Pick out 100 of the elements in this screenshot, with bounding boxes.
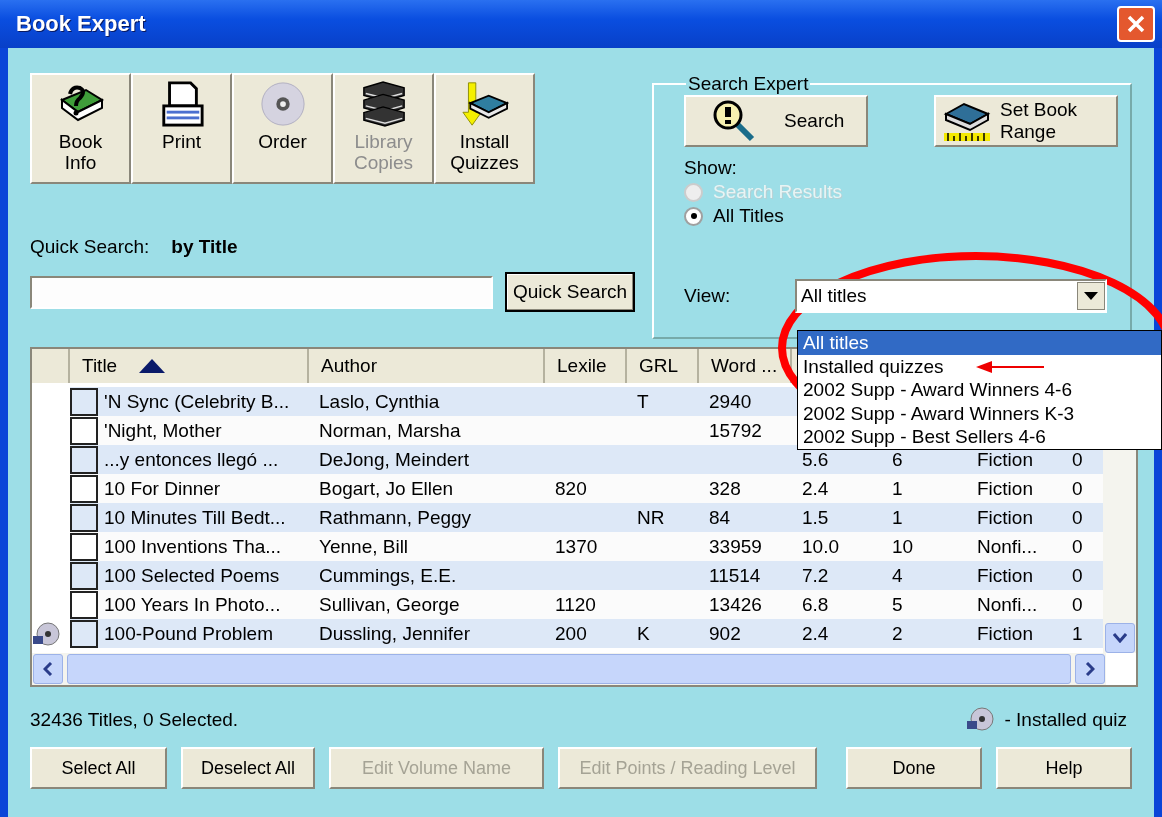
table-cell: 'N Sync (Celebrity B... xyxy=(104,390,290,413)
table-cell: 200 xyxy=(555,622,587,645)
table-cell: 100 Inventions Tha... xyxy=(104,535,282,558)
table-cell: T xyxy=(637,390,649,413)
dropdown-option[interactable]: Installed quizzes xyxy=(798,354,1161,378)
table-cell: Fiction xyxy=(977,506,1033,529)
disc-icon xyxy=(258,81,307,127)
table-cell: 5.6 xyxy=(802,448,829,471)
toolbar-button[interactable]: Print xyxy=(131,73,232,184)
dropdown-arrow-icon xyxy=(1084,292,1099,300)
table-cell: 10 xyxy=(892,535,914,558)
row-checkbox[interactable] xyxy=(70,416,98,445)
column-header[interactable]: Lexile xyxy=(545,349,627,383)
dropdown-option[interactable]: 2002 Supp - Award Winners 4-6 xyxy=(798,378,1161,402)
dropdown-option[interactable]: 2002 Supp - Best Sellers 4-6 xyxy=(798,425,1161,449)
table-cell: ...y entonces llegó ... xyxy=(104,448,279,471)
table-cell: K xyxy=(637,622,650,645)
table-cell: 1.5 xyxy=(802,506,829,529)
row-checkbox[interactable] xyxy=(70,619,98,648)
chevron-down-icon xyxy=(1112,633,1127,643)
chevron-left-icon xyxy=(43,662,53,676)
chevron-right-icon xyxy=(1085,662,1095,676)
table-cell: 1120 xyxy=(555,593,596,616)
table-cell: 13426 xyxy=(709,593,762,616)
table-cell: Fiction xyxy=(977,477,1033,500)
column-header[interactable]: Author xyxy=(309,349,545,383)
table-cell: 4 xyxy=(892,564,903,587)
row-checkbox[interactable] xyxy=(70,561,98,590)
table-cell: Cummings, E.E. xyxy=(319,564,457,587)
table-cell: Fiction xyxy=(977,622,1033,645)
table-cell: 'Night, Mother xyxy=(104,419,222,442)
column-header[interactable]: Word ... xyxy=(699,349,792,383)
search-mode-label: by Title xyxy=(171,236,238,258)
table-cell: 2940 xyxy=(709,390,752,413)
radio-option[interactable]: All Titles xyxy=(684,205,1118,227)
book-ruler-icon xyxy=(942,100,992,142)
row-checkbox[interactable] xyxy=(70,445,98,474)
table-cell: DeJong, Meindert xyxy=(319,448,469,471)
column-header[interactable]: Title xyxy=(70,349,309,383)
magnifier-icon xyxy=(712,99,757,143)
table-cell: 6 xyxy=(892,448,903,471)
toolbar-button[interactable]: Book Info xyxy=(30,73,131,184)
set-book-range-button[interactable]: Set Book Range xyxy=(934,95,1118,147)
table-cell: 0 xyxy=(1072,593,1083,616)
action-button[interactable]: Deselect All xyxy=(181,747,315,789)
table-cell: 11514 xyxy=(709,564,761,587)
search-button[interactable]: Search xyxy=(684,95,869,147)
installed-disc-icon xyxy=(966,707,995,733)
table-cell: Fiction xyxy=(977,448,1033,471)
quick-search-field[interactable] xyxy=(30,276,493,309)
table-cell: 1370 xyxy=(555,535,598,558)
row-checkbox[interactable] xyxy=(70,474,98,503)
table-cell: Fiction xyxy=(977,564,1033,587)
table-cell: Norman, Marsha xyxy=(319,419,461,442)
table-cell: Sullivan, George xyxy=(319,593,460,616)
row-checkbox[interactable] xyxy=(70,532,98,561)
table-cell: 0 xyxy=(1072,535,1083,558)
quick-search-button[interactable]: Quick Search xyxy=(505,272,636,312)
toolbar-button[interactable]: Install Quizzes xyxy=(434,73,535,184)
view-label: View: xyxy=(684,285,732,307)
table-cell: 0 xyxy=(1072,448,1083,471)
row-checkbox[interactable] xyxy=(70,387,98,416)
close-icon xyxy=(1125,13,1147,35)
table-cell: 0 xyxy=(1072,564,1083,587)
table-cell: 33959 xyxy=(709,535,762,558)
column-header[interactable]: GRL xyxy=(627,349,699,383)
table-cell: 10 Minutes Till Bedt... xyxy=(104,506,286,529)
table-cell: 902 xyxy=(709,622,741,645)
action-button[interactable]: Done xyxy=(846,747,982,789)
toolbar-button[interactable]: Order xyxy=(232,73,333,184)
action-button[interactable]: Select All xyxy=(30,747,167,789)
table-cell: NR xyxy=(637,506,665,529)
dropdown-option[interactable]: 2002 Supp - Award Winners K-3 xyxy=(798,401,1161,425)
table-cell: 2.4 xyxy=(802,477,829,500)
table-cell: 7.2 xyxy=(802,564,829,587)
dropdown-option[interactable]: All titles xyxy=(798,331,1161,355)
table-cell: 1 xyxy=(892,477,903,500)
row-checkbox[interactable] xyxy=(70,503,98,532)
table-cell: 0 xyxy=(1072,506,1083,529)
table-cell: Yenne, Bill xyxy=(319,535,409,558)
group-title: Search Expert xyxy=(687,73,810,95)
table-cell: 1 xyxy=(1072,622,1083,645)
quick-search-label: Quick Search: xyxy=(30,236,150,258)
table-cell: 1 xyxy=(892,506,903,529)
status-text: 32436 Titles, 0 Selected. xyxy=(30,709,239,731)
table-cell: 2.4 xyxy=(802,622,829,645)
table-cell: 2 xyxy=(892,622,903,645)
action-button[interactable]: Help xyxy=(996,747,1132,789)
table-cell: 100 Selected Poems xyxy=(104,564,280,587)
close-button[interactable] xyxy=(1117,6,1155,42)
table-cell: 100-Pound Problem xyxy=(104,622,273,645)
table-cell: Nonfi... xyxy=(977,593,1038,616)
view-dropdown[interactable]: All titles xyxy=(795,279,1108,313)
table-cell: 6.8 xyxy=(802,593,829,616)
table-cell: 10 For Dinner xyxy=(104,477,221,500)
table-cell: 5 xyxy=(892,593,903,616)
table-cell: 328 xyxy=(709,477,741,500)
legend-text: - Installed quiz xyxy=(1004,709,1127,731)
row-checkbox[interactable] xyxy=(70,590,98,619)
window-title: Book Expert xyxy=(16,11,146,37)
